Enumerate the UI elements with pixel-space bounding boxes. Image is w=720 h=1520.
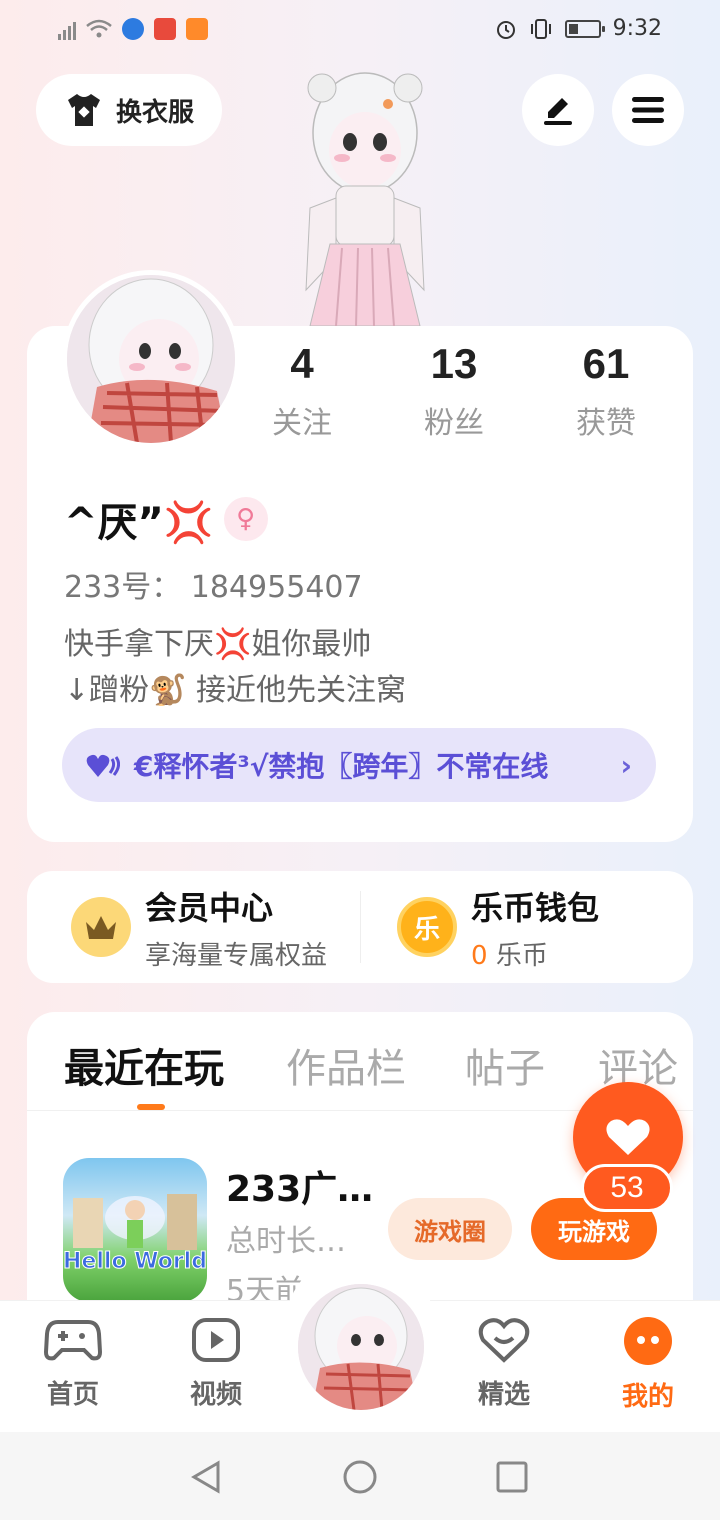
nav-featured[interactable]: 精选	[449, 1316, 559, 1411]
tab-posts[interactable]: 帖子	[465, 1036, 545, 1094]
app-icon-orange	[186, 18, 208, 40]
stat-likes[interactable]: 61 获赞	[536, 340, 676, 442]
coin-icon: 乐	[397, 897, 457, 957]
bio-line-2: ↓蹭粉🐒 接近他先关注窝	[64, 673, 407, 708]
status-badge-bar[interactable]: €释怀者³√禁抱〖跨年〗不常在线 ›	[62, 728, 656, 802]
stat-following[interactable]: 4 关注	[232, 340, 372, 442]
like-count: 53	[581, 1164, 673, 1212]
member-center-title: 会员中心	[145, 888, 274, 927]
signal-icon	[58, 18, 76, 40]
chevron-right-icon: ›	[620, 748, 632, 782]
bio-line-1: 快手拿下厌💢姐你最帅	[64, 627, 372, 662]
gender-female-icon: ♀	[223, 497, 268, 541]
member-center[interactable]: 会员中心 享海量专属权益	[71, 871, 327, 983]
profile-avatar[interactable]	[62, 270, 240, 448]
user-id: 233号： 184955407	[64, 570, 363, 605]
alarm-icon	[496, 20, 515, 39]
stat-fans[interactable]: 13 粉丝	[384, 340, 524, 442]
heart-icon	[606, 1119, 650, 1155]
coin-amount: 0	[471, 940, 488, 971]
home-icon[interactable]	[343, 1460, 377, 1494]
tab-works[interactable]: 作品栏	[286, 1036, 406, 1094]
nav-home[interactable]: 首页	[18, 1316, 128, 1411]
change-outfit-label: 换衣服	[115, 97, 194, 128]
recents-icon[interactable]	[496, 1461, 528, 1493]
status-badge-text: €释怀者³√禁抱〖跨年〗不常在线	[134, 750, 549, 783]
menu-icon	[632, 97, 664, 123]
nav-featured-label: 精选	[477, 1380, 530, 1410]
status-right: 9:32	[495, 16, 662, 41]
nav-mine[interactable]: 我的	[593, 1316, 703, 1413]
back-icon[interactable]	[190, 1460, 222, 1494]
menu-button[interactable]	[612, 74, 684, 146]
app-icon-red	[154, 18, 176, 40]
edit-profile-button[interactable]	[522, 74, 594, 146]
avatar-image	[67, 275, 235, 443]
change-outfit-button[interactable]: 换衣服	[36, 74, 222, 146]
nav-center-avatar[interactable]	[298, 1284, 424, 1410]
stat-following-value: 4	[290, 340, 314, 387]
stat-fans-label: 粉丝	[424, 406, 484, 441]
member-center-subtitle: 享海量专属权益	[145, 940, 328, 971]
game-playtime: 总时长…	[226, 1224, 346, 1259]
stat-following-label: 关注	[272, 406, 332, 441]
hearts-icon	[86, 754, 120, 777]
coin-unit: 乐币	[495, 940, 548, 971]
tab-recently-played[interactable]: 最近在玩	[64, 1036, 224, 1094]
pencil-icon	[544, 98, 572, 125]
system-nav-bar	[0, 1432, 720, 1520]
crown-icon	[71, 897, 131, 957]
stat-likes-value: 61	[582, 340, 630, 387]
status-bar: 9:32	[0, 0, 720, 62]
heart-badge-icon	[478, 1318, 530, 1363]
vibrate-icon	[530, 18, 551, 39]
coin-wallet[interactable]: 乐 乐币钱包 0 乐币	[397, 871, 599, 983]
game-circle-button[interactable]: 游戏圈	[388, 1198, 512, 1260]
battery-icon	[564, 19, 605, 38]
username-row: ^厌”💢 ♀	[64, 490, 268, 548]
bio: 快手拿下厌💢姐你最帅 ↓蹭粉🐒 接近他先关注窝	[64, 622, 406, 714]
nav-mine-label: 我的	[621, 1382, 674, 1412]
member-wallet-card: 会员中心 享海量专属权益 乐 乐币钱包 0 乐币	[27, 871, 693, 983]
game-icon-text: Hello World	[63, 1249, 207, 1274]
game-title[interactable]: 233广…	[226, 1160, 373, 1212]
video-icon	[192, 1318, 240, 1362]
nav-video[interactable]: 视频	[161, 1316, 271, 1411]
stat-fans-value: 13	[430, 340, 478, 387]
nav-video-label: 视频	[189, 1380, 242, 1410]
profile-face-icon	[624, 1317, 672, 1365]
status-left	[58, 18, 208, 40]
app-icon-blue	[122, 18, 144, 40]
coin-wallet-title: 乐币钱包	[471, 888, 600, 927]
nav-home-label: 首页	[46, 1380, 99, 1410]
coin-wallet-balance: 0 乐币	[471, 935, 599, 972]
divider	[360, 891, 361, 963]
avatar-character[interactable]	[280, 58, 450, 328]
stat-likes-label: 获赞	[576, 406, 636, 441]
wifi-icon	[86, 19, 112, 38]
game-icon[interactable]: Hello World	[63, 1158, 207, 1302]
username: ^厌”💢	[64, 500, 214, 546]
status-time: 9:32	[612, 16, 662, 41]
shirt-icon	[67, 94, 100, 126]
gamepad-icon	[43, 1320, 103, 1361]
